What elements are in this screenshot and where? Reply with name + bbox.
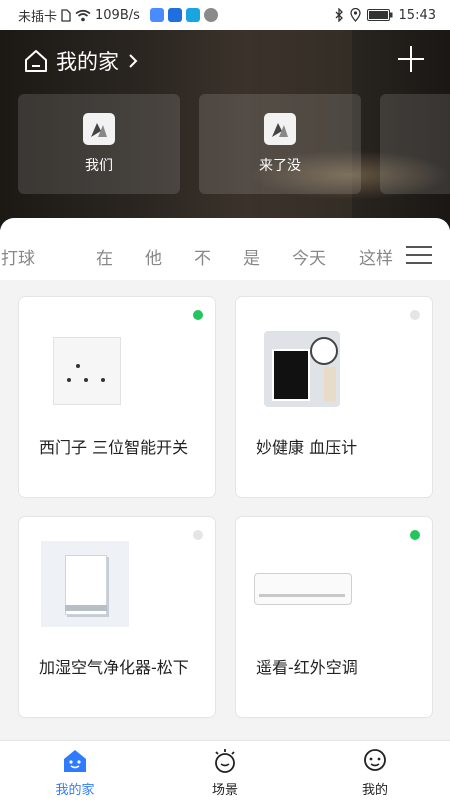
device-card-2[interactable]: 加湿空气净化器-松下 [19, 517, 215, 717]
device-name: 西门子 三位智能开关 [39, 438, 189, 457]
status-bar: 未插卡 109B/s 15:43 [0, 0, 450, 30]
bluetooth-icon [335, 8, 343, 22]
menu-icon [406, 246, 432, 248]
room-tab[interactable]: 在打球 [0, 244, 35, 269]
air-purifier-image [41, 541, 129, 627]
carrier-text: 未插卡 [18, 9, 58, 25]
home-icon [25, 50, 47, 72]
network-speed: 109B/s [95, 7, 140, 23]
home-selector[interactable]: 我的家 [24, 46, 139, 76]
device-name: 遥看-红外空调 [256, 658, 358, 677]
device-card-1[interactable]: 妙健康 血压计 [236, 297, 432, 497]
online-status-dot [410, 310, 420, 320]
nav-item-scenes[interactable]: 场景 [185, 747, 265, 798]
scene-label: 我们 [85, 158, 113, 174]
scene-card-partial[interactable] [380, 94, 450, 194]
switch-image [53, 337, 121, 405]
search-app-icon [185, 8, 200, 22]
room-tab[interactable]: 今天 [292, 244, 326, 269]
room-tab[interactable]: 他 [145, 244, 162, 269]
nav-label: 我的 [361, 783, 388, 798]
scene-nav-icon [215, 749, 235, 773]
scene-label: 来了没 [259, 158, 301, 174]
room-tabs: 在打球 在 他 不 是 今天 这样 [0, 236, 400, 276]
bulb-app-icon [167, 8, 182, 22]
blood-pressure-monitor-image [264, 331, 340, 407]
room-menu-button[interactable] [406, 244, 434, 266]
chevron-right-icon [129, 54, 138, 68]
music-app-icon [149, 8, 164, 22]
sim-icon [61, 8, 71, 22]
scene-icon [264, 113, 296, 145]
wifi-icon [75, 9, 91, 21]
room-tab[interactable]: 不 [194, 244, 211, 269]
scene-icon [83, 113, 115, 145]
device-card-0[interactable]: 西门子 三位智能开关 [19, 297, 215, 497]
nav-item-profile[interactable]: 我的 [335, 747, 415, 798]
nav-item-home[interactable]: 我的家 [35, 747, 115, 798]
device-name: 妙健康 血压计 [256, 438, 358, 457]
location-icon [349, 8, 361, 22]
online-status-dot [193, 310, 203, 320]
online-status-dot [193, 530, 203, 540]
home-name: 我的家 [56, 50, 119, 74]
device-card-3[interactable]: 遥看-红外空调 [236, 517, 432, 717]
bottom-navigation: 我的家 场景 我的 [0, 740, 450, 801]
battery-icon [366, 9, 393, 21]
scene-card-0[interactable]: 我们 [18, 94, 180, 194]
home-nav-icon [64, 750, 86, 772]
air-conditioner-image [254, 573, 352, 605]
scene-card-1[interactable]: 来了没 [199, 94, 361, 194]
profile-nav-icon [364, 749, 386, 771]
nav-label: 我的家 [55, 783, 95, 798]
online-status-dot [410, 530, 420, 540]
room-tab[interactable]: 在 [96, 244, 113, 269]
nav-label: 场景 [211, 783, 238, 798]
device-name: 加湿空气净化器-松下 [39, 658, 189, 677]
add-button[interactable] [396, 44, 426, 74]
clock: 15:43 [398, 7, 436, 23]
wechat-icon [203, 8, 218, 22]
room-tab[interactable]: 这样 [359, 244, 393, 269]
room-tab[interactable]: 是 [243, 244, 260, 269]
